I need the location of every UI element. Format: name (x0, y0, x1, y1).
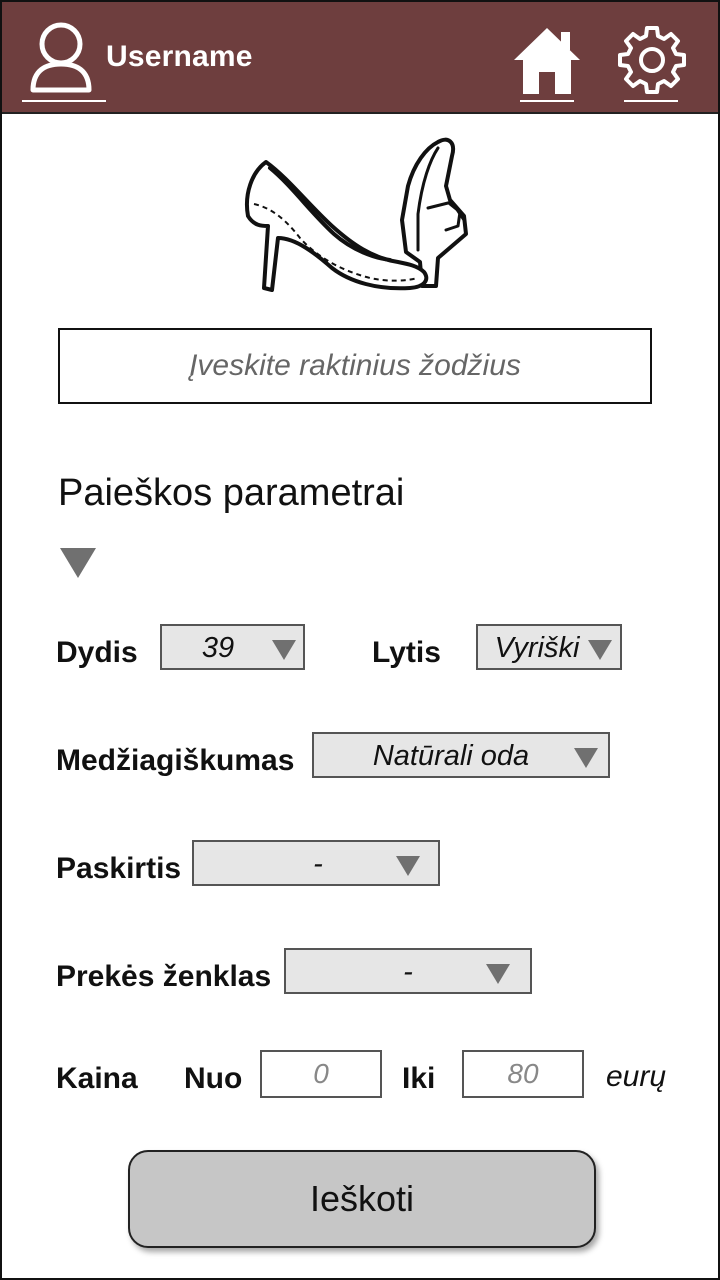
user-underline (22, 100, 106, 102)
brand-select[interactable]: - (284, 948, 532, 994)
material-value: Natūrali oda (372, 740, 530, 772)
material-label: Medžiagiškumas (56, 744, 295, 777)
settings-underline (624, 100, 678, 102)
user-icon[interactable] (28, 20, 94, 96)
username-label[interactable]: Username (106, 40, 253, 74)
price-to-input[interactable] (462, 1050, 584, 1098)
home-icon[interactable] (510, 24, 584, 96)
size-value: 39 (201, 632, 235, 664)
brand-value: - (403, 956, 413, 988)
currency-unit: eurų (606, 1060, 667, 1093)
search-params-title: Paieškos parametrai (58, 472, 405, 514)
chevron-down-icon (396, 856, 420, 876)
top-bar: Username (2, 2, 718, 114)
price-label: Kaina (56, 1062, 138, 1095)
size-label: Dydis (56, 636, 138, 669)
shoes-logo (245, 137, 468, 292)
purpose-label: Paskirtis (56, 852, 182, 885)
purpose-select[interactable]: - (192, 840, 440, 886)
gender-label: Lytis (372, 636, 441, 669)
price-from-input[interactable] (260, 1050, 382, 1098)
price-from-label: Nuo (184, 1062, 243, 1095)
chevron-down-icon (486, 964, 510, 984)
size-select[interactable]: 39 (160, 624, 305, 670)
gear-icon[interactable] (616, 24, 688, 96)
chevron-down-icon (574, 748, 598, 768)
chevron-down-icon (588, 640, 612, 660)
price-to-label: Iki (402, 1062, 436, 1095)
app-screen: Username Paieškos parametrai (0, 0, 720, 1280)
purpose-value: - (313, 848, 323, 880)
material-select[interactable]: Natūrali oda (312, 732, 610, 778)
gender-select[interactable]: Vyriški (476, 624, 622, 670)
search-input[interactable] (58, 328, 652, 404)
home-underline (520, 100, 574, 102)
search-button[interactable]: Ieškoti (128, 1150, 596, 1248)
brand-label: Prekės ženklas (56, 960, 272, 993)
gender-value: Vyriški (494, 632, 580, 664)
chevron-down-icon (272, 640, 296, 660)
collapse-triangle-icon[interactable] (60, 548, 96, 578)
